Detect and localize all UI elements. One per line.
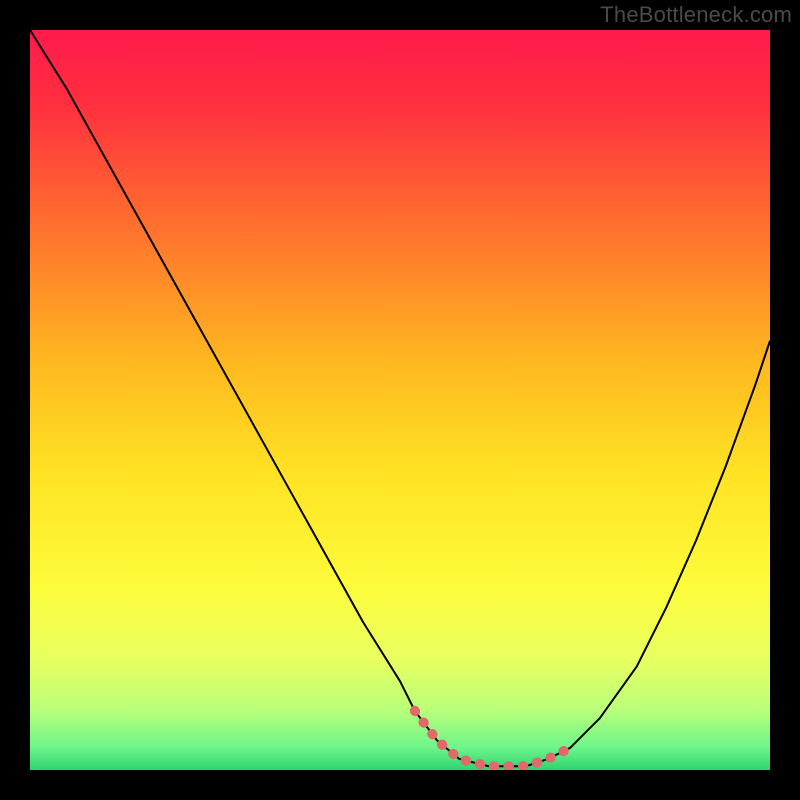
plot-svg [30,30,770,770]
plot-area [30,30,770,770]
watermark-text: TheBottleneck.com [600,2,792,28]
chart-frame: TheBottleneck.com [0,0,800,800]
gradient-background [30,30,770,770]
